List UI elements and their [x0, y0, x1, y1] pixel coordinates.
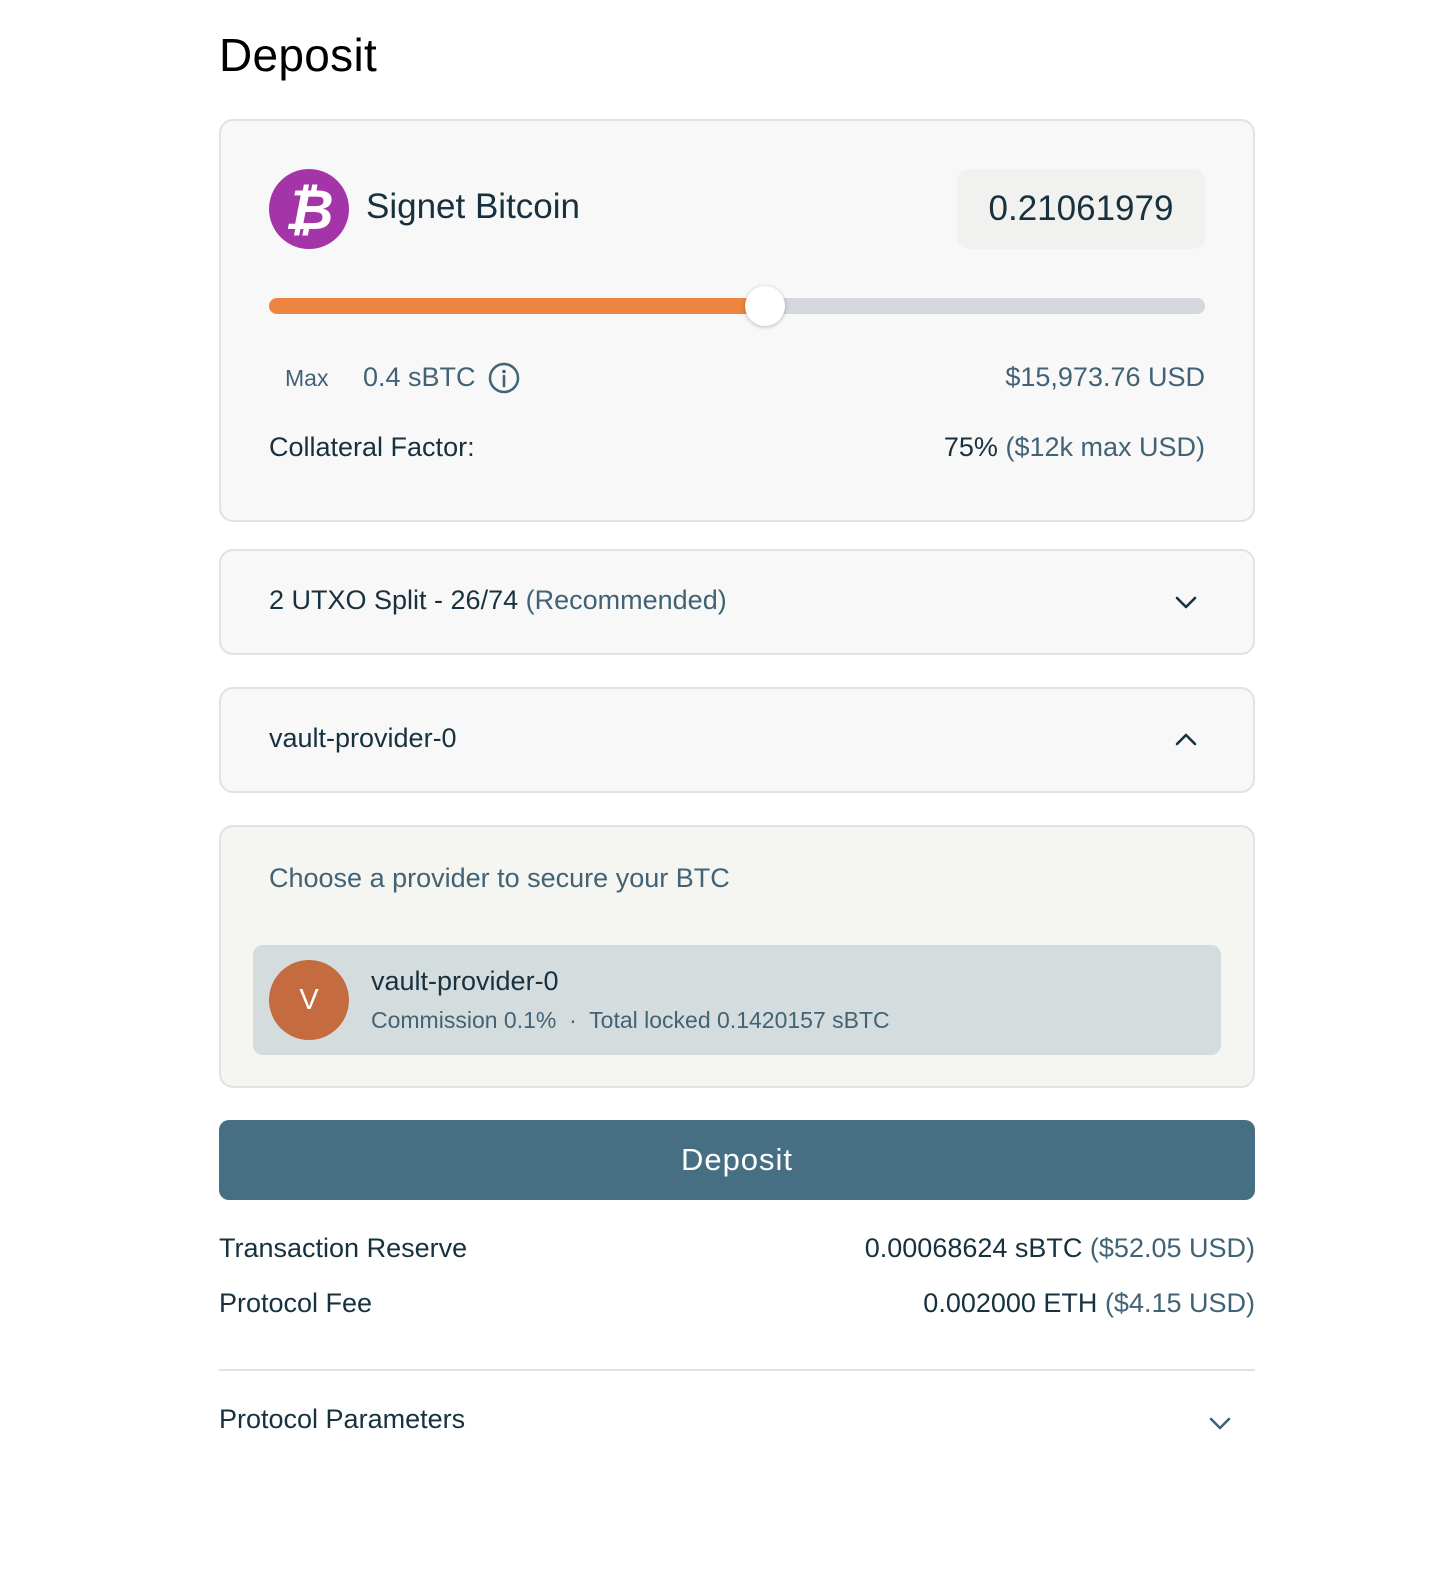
transaction-reserve-value: 0.00068624 sBTC ($52.05 USD) [865, 1233, 1255, 1264]
vault-provider-selected: vault-provider-0 [269, 723, 457, 753]
transaction-reserve-amount: 0.00068624 sBTC [864, 1233, 1083, 1263]
chevron-down-icon [1209, 1417, 1231, 1430]
avatar: V [269, 960, 349, 1040]
bitcoin-icon: ₿ [269, 169, 349, 249]
utxo-split-dropdown[interactable]: 2 UTXO Split - 26/74 (Recommended) [219, 549, 1255, 655]
page-title: Deposit [219, 29, 378, 81]
chevron-up-icon [1175, 733, 1197, 746]
divider [219, 1369, 1255, 1371]
collateral-max-usd: ($12k max USD) [1005, 432, 1205, 462]
transaction-reserve-label: Transaction Reserve [219, 1233, 468, 1263]
transaction-reserve-usd: ($52.05 USD) [1089, 1233, 1255, 1263]
provider-option-meta: Commission 0.1% · Total locked 0.1420157… [371, 1007, 890, 1034]
slider-fill [269, 298, 766, 314]
info-icon[interactable] [488, 362, 520, 394]
asset-card: ₿ Signet Bitcoin Max 0.4 sBTC $15,973.76… [219, 119, 1255, 522]
protocol-fee-label: Protocol Fee [219, 1288, 373, 1318]
slider-handle[interactable] [745, 286, 786, 326]
amount-slider[interactable] [269, 286, 1205, 326]
amount-input[interactable] [957, 169, 1205, 249]
protocol-fee-usd: ($4.15 USD) [1104, 1288, 1255, 1318]
max-value: 0.4 sBTC [363, 362, 476, 392]
deposit-button[interactable]: Deposit [219, 1120, 1255, 1200]
transaction-reserve-row: Transaction Reserve 0.00068624 sBTC ($52… [219, 1233, 1255, 1273]
collateral-row: Collateral Factor: 75% ($12k max USD) [269, 432, 1205, 472]
collateral-value: 75% ($12k max USD) [944, 432, 1205, 463]
usd-value: $15,973.76 USD [1005, 362, 1205, 392]
protocol-parameters-label: Protocol Parameters [219, 1404, 466, 1434]
provider-list-panel: Choose a provider to secure your BTC V v… [219, 825, 1255, 1088]
provider-meta-separator: · [569, 1007, 577, 1033]
protocol-parameters-toggle[interactable]: Protocol Parameters [219, 1400, 1255, 1460]
provider-list-title: Choose a provider to secure your BTC [269, 863, 730, 893]
protocol-fee-value: 0.002000 ETH ($4.15 USD) [923, 1288, 1255, 1319]
max-row: Max 0.4 sBTC $15,973.76 USD [269, 357, 1205, 401]
max-button[interactable]: Max [285, 365, 328, 392]
collateral-percent: 75% [943, 432, 998, 462]
utxo-split-label: 2 UTXO Split - 26/74 (Recommended) [269, 585, 727, 616]
utxo-split-value: 2 UTXO Split - 26/74 [269, 585, 519, 615]
protocol-fee-row: Protocol Fee 0.002000 ETH ($4.15 USD) [219, 1288, 1255, 1328]
provider-commission: Commission 0.1% [371, 1007, 557, 1033]
provider-option-name: vault-provider-0 [371, 966, 559, 996]
vault-provider-dropdown[interactable]: vault-provider-0 [219, 687, 1255, 793]
chevron-down-icon [1175, 596, 1197, 609]
provider-option[interactable]: V vault-provider-0 Commission 0.1% · Tot… [253, 945, 1221, 1055]
provider-total-locked: Total locked 0.1420157 sBTC [589, 1007, 890, 1033]
collateral-label: Collateral Factor: [269, 432, 475, 462]
asset-name: Signet Bitcoin [366, 187, 581, 226]
protocol-fee-amount: 0.002000 ETH [923, 1288, 1098, 1318]
utxo-split-note: (Recommended) [525, 585, 727, 615]
